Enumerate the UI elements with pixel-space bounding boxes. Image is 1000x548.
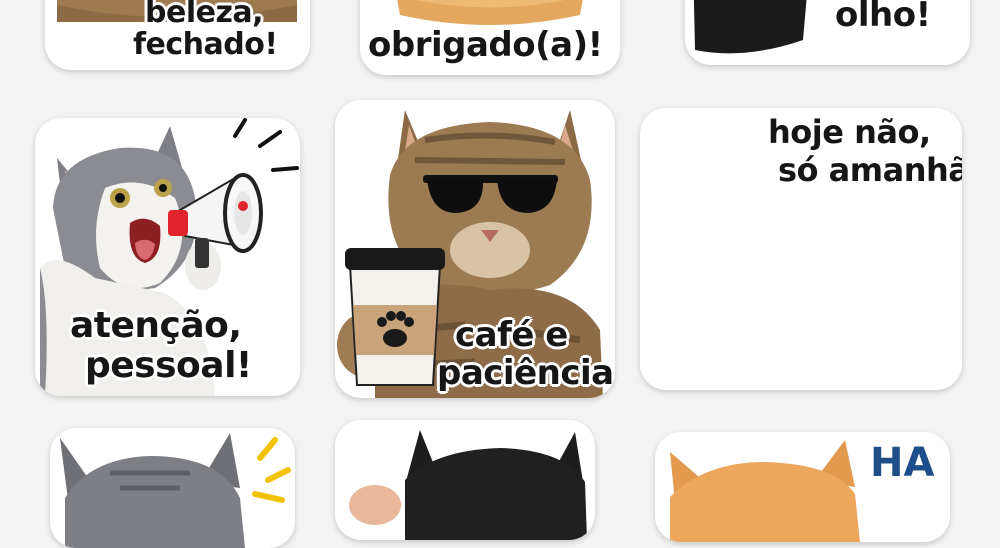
caption-so-amanha: só amanhã [778,151,962,189]
coffee-cup-icon [345,248,445,386]
caption-cafe: café e [455,315,568,355]
sticker-cafe-paciencia: café e paciência [335,100,615,398]
sparkle-icon [252,437,291,503]
caption-fechado: fechado! [133,27,278,62]
sticker-black-cat [335,420,595,540]
sticker-orange-cat-laughing: HA [655,432,950,542]
caption-olho: olho! [835,0,931,35]
laugh-text: HA [870,440,935,486]
gray-tabby-cat-image [60,433,291,548]
caption-paciencia: paciência [437,353,614,393]
caption-beleza: beleza, [145,0,264,30]
blanket-icon [655,172,944,380]
sticker-olho: olho! [685,0,970,65]
sticker-beleza-fechado: beleza, fechado! [45,0,310,70]
black-cat-image [349,430,587,540]
sticker-atencao-pessoal: atenção, pessoal! [35,118,300,396]
caption-atencao: atenção, [70,305,242,346]
caption-hoje-nao: hoje não, [768,113,931,151]
caption-pessoal: pessoal! [85,345,252,386]
sticker-hoje-nao: hoje não, só amanhã [640,108,962,390]
sticker-obrigado: obrigado(a)! [360,0,620,75]
caption-obrigado: obrigado(a)! [368,25,603,65]
sticker-gray-cat [50,428,295,548]
